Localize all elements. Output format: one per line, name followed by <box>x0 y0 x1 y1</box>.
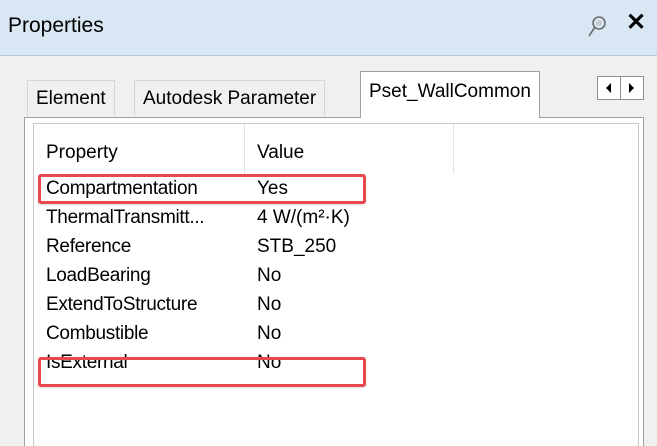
table-row[interactable]: Reference STB_250 <box>34 232 638 262</box>
property-value: No <box>257 265 282 286</box>
chevron-left-icon <box>606 83 611 93</box>
tab-scroll-right-button[interactable] <box>620 76 644 100</box>
property-value: No <box>257 323 282 344</box>
tab-autodesk-parameter-label: Autodesk Parameter <box>143 88 317 109</box>
column-divider[interactable] <box>453 124 454 174</box>
table-row[interactable]: Combustible No <box>34 319 638 349</box>
table-row[interactable]: ExtendToStructure No <box>34 290 638 320</box>
table-row[interactable]: LoadBearing No <box>34 261 638 291</box>
column-divider[interactable] <box>244 124 245 174</box>
property-name: ExtendToStructure <box>46 294 198 315</box>
property-grid: Property Value Compartmentation Yes Ther… <box>33 123 639 446</box>
property-value: 4 W/(m²·K) <box>257 207 350 228</box>
property-name: Combustible <box>46 323 149 344</box>
tab-element-label: Element <box>36 88 106 109</box>
tab-pset-wallcommon-label: Pset_WallCommon <box>369 81 531 102</box>
title-bar: Properties ✕ <box>0 0 657 56</box>
column-header-value[interactable]: Value <box>257 142 304 164</box>
highlight-box <box>38 357 366 387</box>
chevron-right-icon <box>629 83 634 93</box>
tab-pset-wallcommon[interactable]: Pset_WallCommon <box>360 71 540 118</box>
column-header-property[interactable]: Property <box>46 142 118 164</box>
grid-header: Property Value <box>34 124 638 174</box>
property-value: STB_250 <box>257 236 337 257</box>
tab-scroll-left-button[interactable] <box>597 76 621 100</box>
pin-icon[interactable] <box>586 14 608 40</box>
property-name: LoadBearing <box>46 265 151 286</box>
window-title: Properties <box>8 14 104 37</box>
tab-element[interactable]: Element <box>27 80 115 116</box>
table-row[interactable]: ThermalTransmitt... 4 W/(m²·K) <box>34 203 638 233</box>
tab-autodesk-parameter[interactable]: Autodesk Parameter <box>134 80 326 116</box>
property-name: Reference <box>46 236 131 257</box>
close-icon[interactable]: ✕ <box>626 8 646 38</box>
property-name: ThermalTransmitt... <box>46 207 205 228</box>
property-value: No <box>257 294 282 315</box>
highlight-box <box>38 174 366 204</box>
